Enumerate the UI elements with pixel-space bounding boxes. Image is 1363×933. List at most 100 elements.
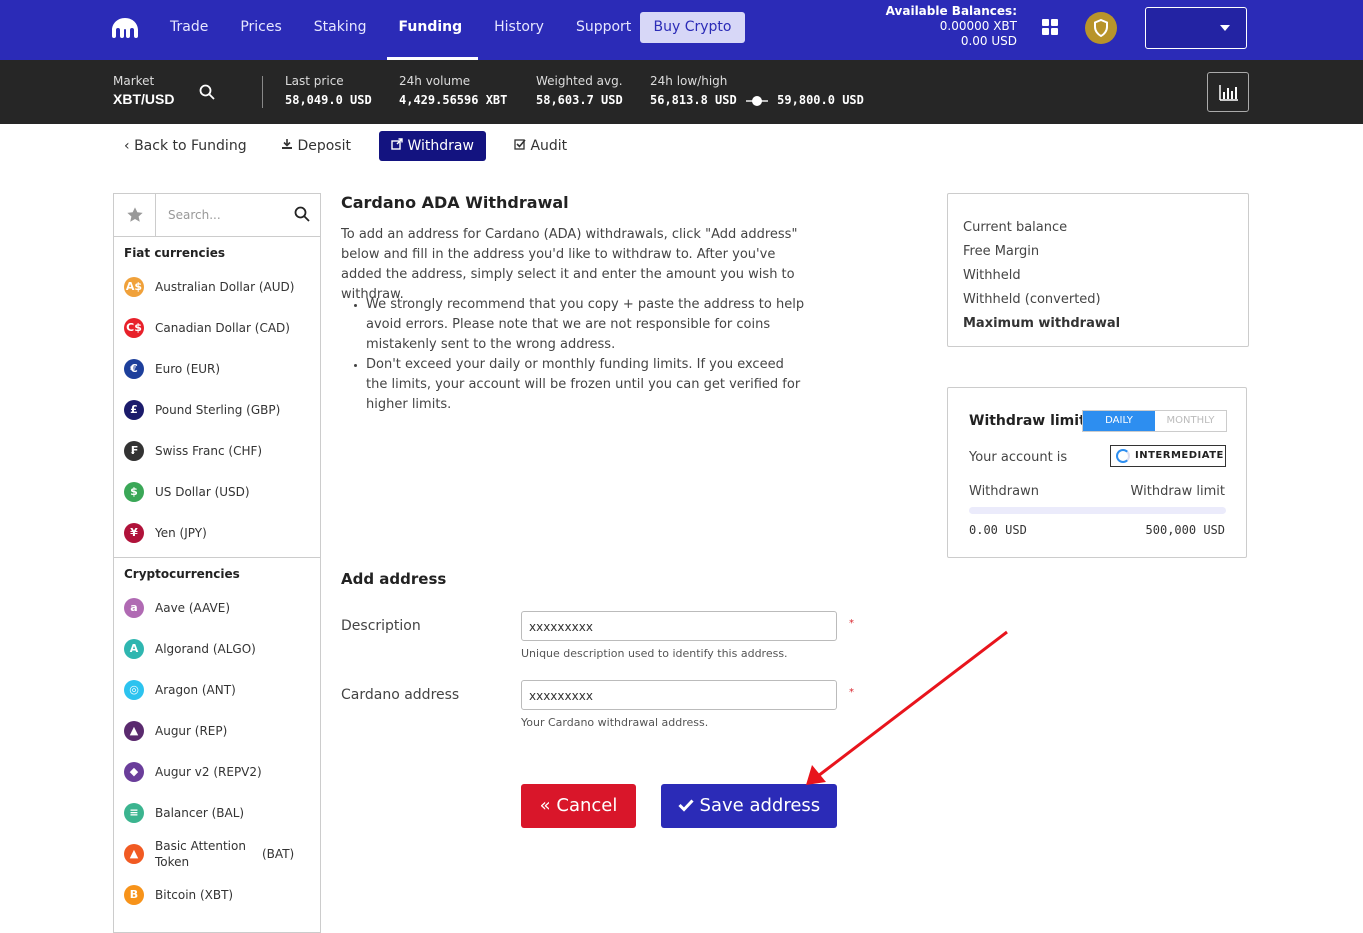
market-ticker: Market XBT/USD Last price 58,049.0 USD 2… bbox=[0, 60, 1363, 124]
crypto-list: a Aave (AAVE) A Algorand (ALGO) ◎ Aragon (ANT… bbox=[114, 587, 320, 915]
currency-icon: £ bbox=[124, 399, 144, 420]
tier-name: INTERMEDIATE bbox=[1135, 450, 1224, 461]
currency-icon: ▲ bbox=[124, 843, 144, 864]
sidebar-item-label: US Dollar (USD) bbox=[155, 484, 250, 499]
withdraw-label: Withdraw bbox=[407, 138, 474, 154]
sidebar-item[interactable]: ▲ Basic Attention Token (BAT) bbox=[114, 833, 320, 874]
sidebar-item-label: Aave (AAVE) bbox=[155, 600, 230, 615]
description-input[interactable]: xxxxxxxxx bbox=[521, 611, 837, 641]
sidebar-item-label: Pound Sterling (GBP) bbox=[155, 402, 281, 417]
search-icon bbox=[294, 206, 310, 222]
withheld-label: Withheld bbox=[963, 268, 1021, 283]
sidebar-item-label: Aragon (ANT) bbox=[155, 682, 236, 697]
sidebar-item[interactable]: C$ Canadian Dollar (CAD) bbox=[114, 307, 320, 348]
sidebar-item[interactable]: ▲ Augur (REP) bbox=[114, 710, 320, 751]
sidebar-item-label: Balancer (BAL) bbox=[155, 805, 245, 820]
sidebar-item[interactable]: A Algorand (ALGO) bbox=[114, 628, 320, 669]
currency-icon: $ bbox=[124, 481, 144, 502]
current-balance-label: Current balance bbox=[963, 220, 1068, 235]
favorites-star-icon[interactable] bbox=[114, 194, 156, 236]
daily-toggle[interactable]: DAILY bbox=[1083, 411, 1155, 431]
kraken-logo-icon[interactable] bbox=[110, 16, 140, 40]
sidebar-item[interactable]: ◎ Aragon (ANT) bbox=[114, 669, 320, 710]
withheld-converted-label: Withheld (converted) bbox=[963, 292, 1101, 307]
volume-value: 4,429.56596 XBT bbox=[399, 93, 508, 107]
nav-staking[interactable]: Staking bbox=[314, 0, 367, 60]
currency-icon: € bbox=[124, 358, 144, 379]
currency-icon: ▲ bbox=[124, 720, 144, 741]
tier-badge[interactable]: INTERMEDIATE bbox=[1110, 445, 1226, 467]
cardano-address-input[interactable]: xxxxxxxxx bbox=[521, 680, 837, 710]
sidebar-item[interactable]: ◆ Augur v2 (REPV2) bbox=[114, 751, 320, 792]
top-navigation: Trade Prices Staking Funding History Sup… bbox=[0, 0, 1363, 60]
sidebar-item[interactable]: B Bitcoin (XBT) bbox=[114, 874, 320, 915]
withdraw-limits-panel: Withdraw limits DAILY MONTHLY Your accou… bbox=[947, 387, 1247, 558]
cardano-address-label: Cardano address bbox=[341, 687, 460, 703]
volume-label: 24h volume bbox=[399, 74, 471, 88]
sidebar-item-label: Euro (EUR) bbox=[155, 361, 221, 376]
monthly-toggle[interactable]: MONTHLY bbox=[1155, 411, 1226, 431]
account-dropdown[interactable] bbox=[1145, 7, 1247, 49]
sidebar-item[interactable]: ¥ Yen (JPY) bbox=[114, 512, 320, 553]
cancel-button[interactable]: « Cancel bbox=[521, 784, 636, 828]
back-to-funding-link[interactable]: ‹ Back to Funding bbox=[124, 131, 247, 161]
nav-history[interactable]: History bbox=[494, 0, 544, 60]
sidebar-item[interactable]: € Euro (EUR) bbox=[114, 348, 320, 389]
available-balances: Available Balances: 0.00000 XBT 0.00 USD bbox=[886, 4, 1017, 49]
currency-search-input[interactable]: Search... bbox=[156, 194, 320, 236]
sidebar-item[interactable]: a Aave (AAVE) bbox=[114, 587, 320, 628]
currency-icon: ◆ bbox=[124, 761, 144, 782]
audit-label: Audit bbox=[530, 138, 568, 154]
sidebar-item[interactable]: $ US Dollar (USD) bbox=[114, 471, 320, 512]
buy-crypto-button[interactable]: Buy Crypto bbox=[640, 12, 745, 43]
last-price-label: Last price bbox=[285, 74, 344, 88]
tab-withdraw[interactable]: Withdraw bbox=[379, 131, 486, 161]
back-label: Back to Funding bbox=[134, 138, 247, 154]
weighted-avg-value: 58,603.7 USD bbox=[536, 93, 623, 107]
market-value: XBT/USD bbox=[113, 91, 175, 107]
market-label: Market bbox=[113, 74, 155, 88]
currency-icon: A$ bbox=[124, 276, 144, 297]
balance-panel: Current balance Free Margin Withheld Wit… bbox=[947, 193, 1249, 347]
nav-prices[interactable]: Prices bbox=[240, 0, 281, 60]
apps-grid-icon[interactable] bbox=[1042, 19, 1058, 35]
sidebar-item-label: Canadian Dollar (CAD) bbox=[155, 320, 290, 335]
nav-support[interactable]: Support bbox=[576, 0, 631, 60]
search-placeholder: Search... bbox=[168, 208, 221, 222]
low-value: 56,813.8 USD bbox=[650, 93, 737, 107]
notice-item: Don't exceed your daily or monthly fundi… bbox=[366, 355, 806, 415]
notice-item: We strongly recommend that you copy + pa… bbox=[366, 295, 806, 355]
sidebar-item-label: Yen (JPY) bbox=[155, 525, 207, 540]
page-title: Cardano ADA Withdrawal bbox=[341, 193, 569, 212]
security-shield-icon[interactable] bbox=[1085, 12, 1117, 44]
last-price: Last price 58,049.0 USD bbox=[285, 74, 372, 107]
last-price-value: 58,049.0 USD bbox=[285, 93, 372, 107]
currency-icon: A bbox=[124, 638, 144, 659]
currency-icon: ≡ bbox=[124, 802, 144, 823]
deposit-label: Deposit bbox=[297, 138, 351, 154]
required-marker: * bbox=[849, 618, 854, 629]
description-help: Unique description used to identify this… bbox=[521, 647, 788, 660]
nav-trade[interactable]: Trade bbox=[170, 0, 208, 60]
nav-funding[interactable]: Funding bbox=[386, 0, 478, 60]
download-icon bbox=[282, 139, 292, 149]
sidebar-item[interactable]: £ Pound Sterling (GBP) bbox=[114, 389, 320, 430]
main-nav: Trade Prices Staking Funding History Sup… bbox=[170, 0, 663, 60]
sidebar-item[interactable]: ≡ Balancer (BAL) bbox=[114, 792, 320, 833]
withdraw-limit-value: 500,000 USD bbox=[1145, 523, 1225, 537]
save-address-button[interactable]: Save address bbox=[661, 784, 837, 828]
sidebar-item-label: Australian Dollar (AUD) bbox=[155, 279, 295, 294]
tab-audit[interactable]: Audit bbox=[514, 131, 567, 161]
balance-usd: 0.00 USD bbox=[960, 34, 1017, 48]
tier-progress-icon bbox=[1116, 449, 1130, 463]
market-selector[interactable]: Market XBT/USD bbox=[113, 74, 174, 107]
tab-deposit[interactable]: Deposit bbox=[281, 131, 351, 161]
ticker-divider bbox=[262, 76, 263, 108]
sidebar-item-label: Augur v2 (REPV2) bbox=[155, 764, 262, 779]
sidebar-item[interactable]: A$ Australian Dollar (AUD) bbox=[114, 266, 320, 307]
chart-button[interactable] bbox=[1207, 72, 1249, 112]
sidebar-item[interactable]: ₣ Swiss Franc (CHF) bbox=[114, 430, 320, 471]
currency-icon: a bbox=[124, 597, 144, 618]
currency-icon: ¥ bbox=[124, 522, 144, 543]
market-search-icon[interactable] bbox=[199, 84, 215, 100]
